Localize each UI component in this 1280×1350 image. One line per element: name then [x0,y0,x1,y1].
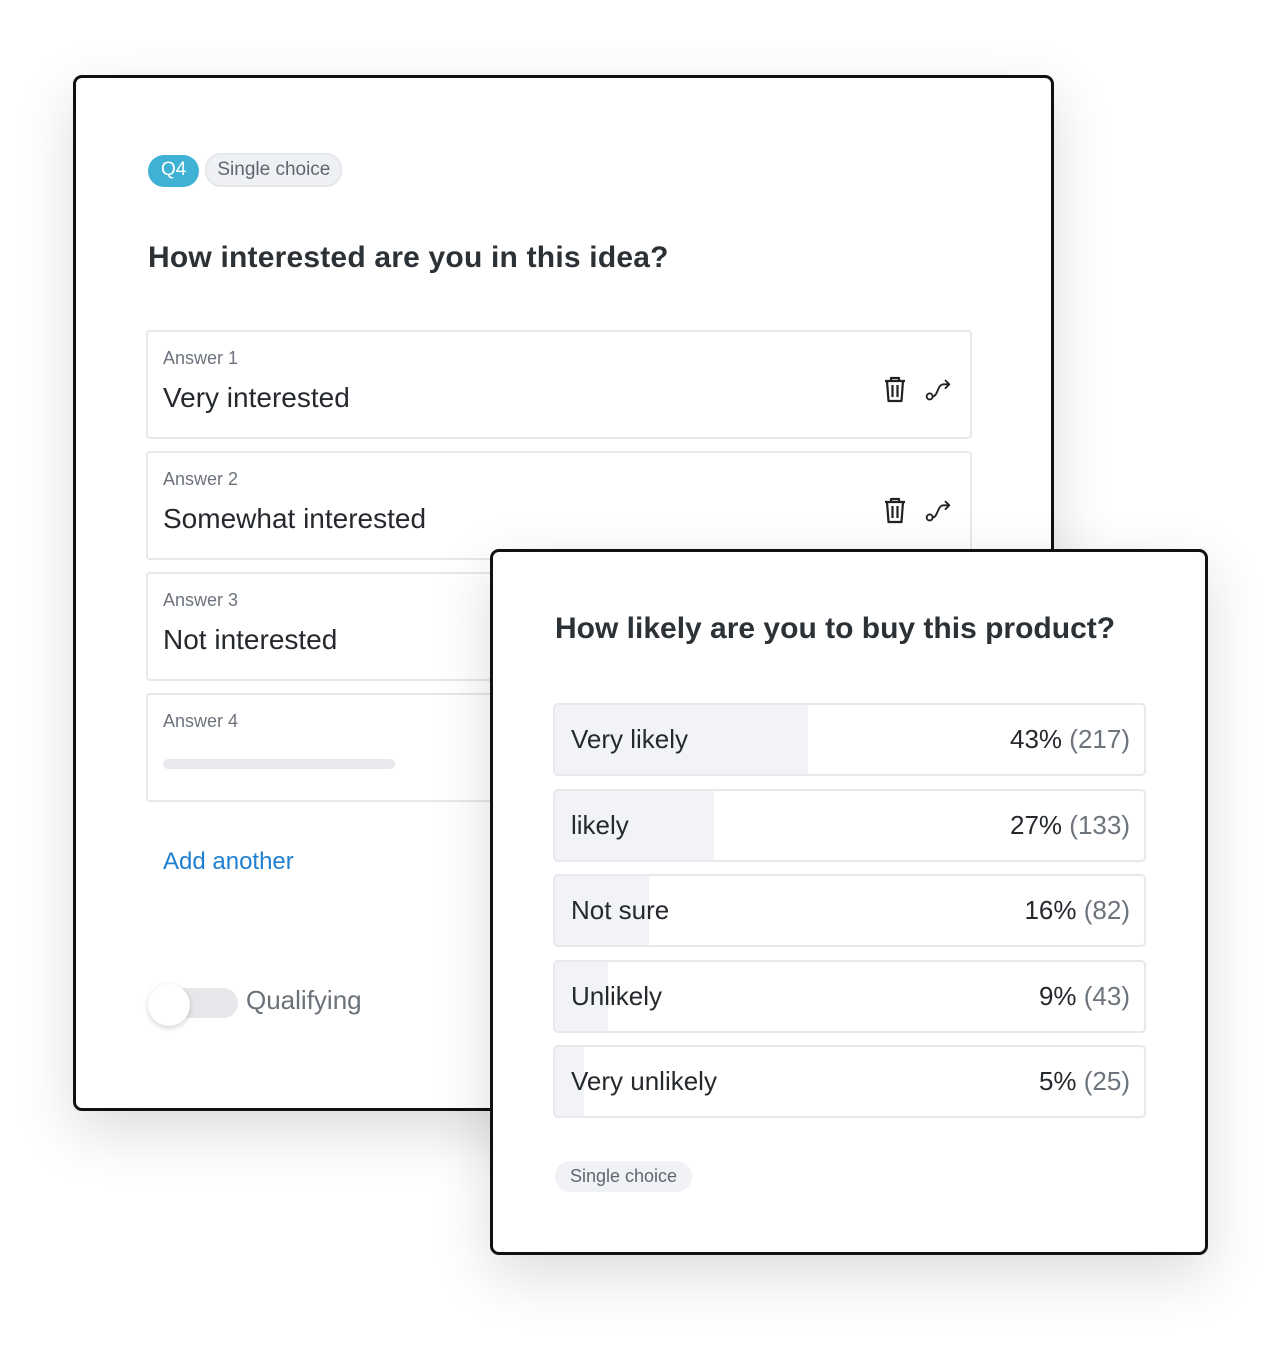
answer-value[interactable]: Very interested [163,382,350,414]
results-card: How likely are you to buy this product? … [490,549,1208,1255]
result-label: Unlikely [571,980,663,1011]
result-value: 27% (133) [1010,810,1130,841]
result-value: 5% (25) [1039,1066,1130,1097]
answer-placeholder-line [163,759,395,769]
result-label: likely [571,809,629,840]
question-type-badge[interactable]: Single choice [205,153,343,187]
result-count: (25) [1083,1066,1130,1096]
results-type-badge: Single choice [555,1161,693,1192]
answer-value[interactable]: Somewhat interested [163,503,426,535]
question-number-badge: Q4 [148,155,200,187]
question-badges: Q4 Single choice [148,153,343,187]
trash-icon[interactable] [881,495,909,525]
answer-label: Answer 4 [163,711,239,731]
answer-label: Answer 2 [163,469,239,489]
answer-label: Answer 1 [163,348,239,368]
question-title[interactable]: How interested are you in this idea? [148,241,669,275]
result-row: Very likely 43% (217) [553,703,1146,776]
result-label: Very likely [571,724,689,754]
add-another-link[interactable]: Add another [163,848,294,876]
result-count: (82) [1083,895,1130,925]
toggle-knob[interactable] [148,984,190,1026]
result-percent: 27% [1010,809,1063,840]
result-row: Not sure 16% (82) [553,874,1146,947]
result-label: Not sure [571,895,670,925]
result-count: (133) [1069,809,1130,840]
result-percent: 16% [1024,895,1077,925]
answer-field-1[interactable]: Answer 1 Very interested [146,330,972,439]
result-row: Very unlikely 5% (25) [553,1045,1146,1118]
qualifying-label: Qualifying [246,985,362,1015]
result-count: (217) [1069,724,1130,754]
answer-value[interactable]: Not interested [163,624,337,656]
result-value: 9% (43) [1039,981,1130,1012]
result-count: (43) [1083,980,1130,1011]
result-row: likely 27% (133) [553,788,1146,862]
trash-icon[interactable] [881,374,909,404]
answer-field-2[interactable]: Answer 2 Somewhat interested [146,451,972,560]
result-percent: 5% [1038,1066,1077,1096]
branch-logic-icon[interactable] [925,374,953,404]
result-percent: 9% [1038,980,1077,1011]
result-value: 16% (82) [1024,895,1130,926]
result-label: Very unlikely [571,1066,717,1096]
branch-logic-icon[interactable] [925,495,953,525]
result-row: Unlikely 9% (43) [553,959,1146,1033]
qualifying-toggle[interactable] [148,984,238,1026]
result-value: 43% (217) [1010,724,1130,755]
answer-label: Answer 3 [163,590,239,610]
results-question-title: How likely are you to buy this product? [555,612,1116,645]
result-percent: 43% [1010,724,1063,754]
